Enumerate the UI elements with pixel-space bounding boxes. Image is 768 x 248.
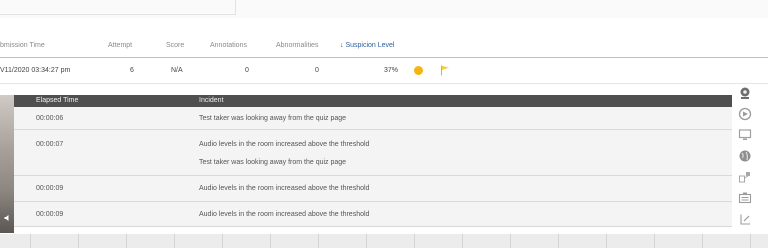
- incident-time: 00:00:07: [36, 141, 64, 148]
- incident-text: Test taker was looking away from the qui…: [199, 115, 347, 122]
- incident-row[interactable]: 00:00:09 Audio levels in the room increa…: [14, 202, 732, 227]
- sort-arrow-icon: ↓: [340, 42, 344, 49]
- incident-row[interactable]: 00:00:09 Audio levels in the room increa…: [14, 176, 732, 202]
- submission-time: V11/2020 03:34:27 pm: [0, 67, 71, 74]
- tab-outline: [0, 0, 236, 15]
- id-card-icon[interactable]: [738, 191, 752, 205]
- speaker-icon[interactable]: [4, 214, 12, 222]
- suspicion-value: 37%: [384, 67, 399, 74]
- annotations-value: 0: [245, 67, 249, 74]
- header-attempt[interactable]: Attempt: [108, 42, 132, 49]
- incident-table-header: Elapsed Time Incident: [14, 95, 732, 107]
- incident-row[interactable]: 00:00:06 Test taker was looking away fro…: [14, 107, 732, 130]
- attempt-value: 6: [130, 67, 134, 74]
- header-abnormalities[interactable]: Abnormalities: [276, 42, 318, 49]
- header-divider: [0, 57, 768, 58]
- incident-text: Audio levels in the room increased above…: [199, 211, 370, 218]
- monitor-icon[interactable]: [738, 128, 752, 142]
- incident-text: Audio levels in the room increased above…: [199, 141, 370, 148]
- score-value: N/A: [171, 67, 183, 74]
- header-suspicion-level[interactable]: ↓ Suspicion Level: [340, 42, 394, 49]
- abnormalities-value: 0: [315, 67, 319, 74]
- gavel-icon[interactable]: [738, 212, 752, 226]
- header-elapsed-time: Elapsed Time: [36, 97, 79, 104]
- incident-row[interactable]: 00:00:07 Audio levels in the room increa…: [14, 130, 732, 176]
- bottom-timeline-strip[interactable]: [0, 234, 768, 248]
- incident-time: 00:00:06: [36, 115, 64, 122]
- row-divider: [0, 83, 768, 84]
- header-submission-time[interactable]: bmission Time: [0, 42, 45, 49]
- incident-text: Audio levels in the room increased above…: [199, 185, 370, 192]
- suspicion-status-dot: [414, 66, 423, 75]
- header-incident: Incident: [199, 97, 224, 104]
- header-annotations[interactable]: Annotations: [210, 42, 247, 49]
- header-suspicion-label: Suspicion Level: [345, 42, 395, 49]
- incident-time: 00:00:09: [36, 211, 64, 218]
- submissions-table-header: bmission Time Attempt Score Annotations …: [0, 38, 768, 54]
- incident-text: Test taker was looking away from the qui…: [199, 159, 347, 166]
- network-icon[interactable]: [738, 170, 752, 184]
- header-score[interactable]: Score: [166, 42, 184, 49]
- webcam-thumbnail[interactable]: [0, 95, 14, 233]
- incident-time: 00:00:09: [36, 185, 64, 192]
- webcam-icon[interactable]: [738, 86, 752, 100]
- incident-table-body: 00:00:06 Test taker was looking away fro…: [14, 107, 732, 227]
- submission-row[interactable]: V11/2020 03:34:27 pm 6 N/A 0 0 37%: [0, 62, 768, 80]
- globe-icon[interactable]: [738, 149, 752, 163]
- record-icon[interactable]: [738, 107, 752, 121]
- flag-icon[interactable]: [440, 65, 450, 76]
- top-tab-strip: [0, 0, 768, 18]
